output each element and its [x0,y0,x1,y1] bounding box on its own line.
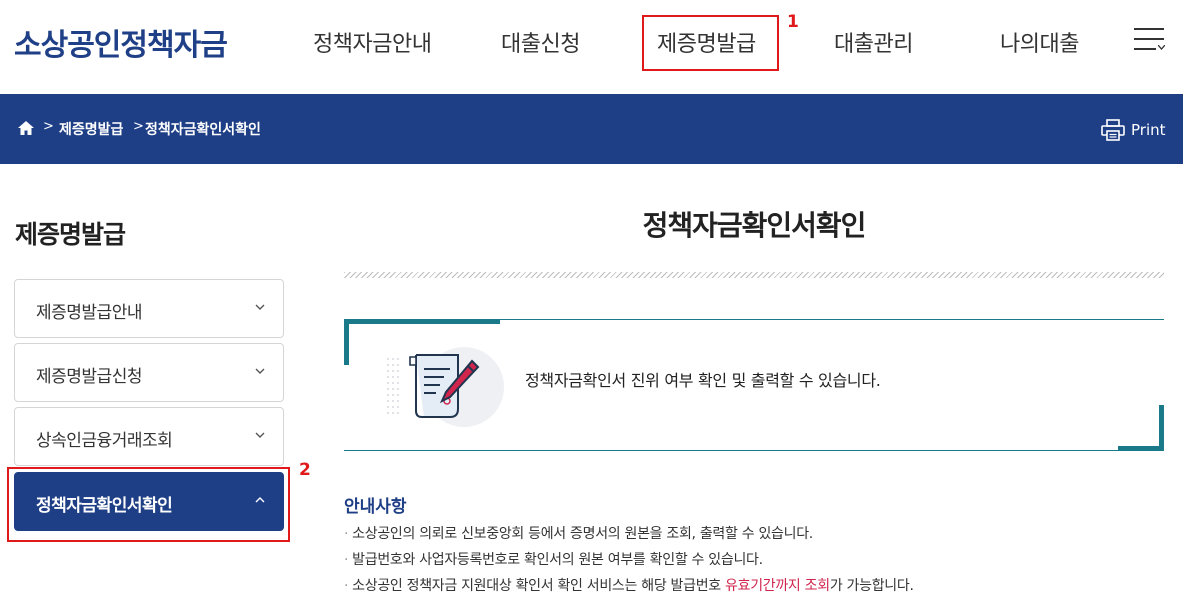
nav-loan-management[interactable]: 대출관리 [834,26,913,58]
highlight-box-sidebar [7,467,290,542]
notice-item: · 소상공인의 의뢰로 신보중앙회 등에서 증명서의 원본을 조회, 출력할 수 … [344,526,813,542]
sidebar-item-label: 제증명발급안내 [36,303,142,323]
info-box: 정책자금확인서 진위 여부 확인 및 출력할 수 있습니다. [344,319,1164,451]
annotation-marker-1: 1 [787,12,799,32]
highlight-box-nav [642,15,779,71]
chevron-down-icon [255,304,265,310]
divider [344,272,1164,278]
home-icon[interactable] [18,121,34,135]
annotation-marker-2: 2 [299,460,311,480]
notice-emphasis: 유효기간까지 조회 [725,578,830,594]
sidebar-item-label: 상속인금융거래조회 [36,431,173,451]
breadcrumb-item-certificate[interactable]: 제증명발급 [59,119,123,139]
location-bar: > 제증명발급 > 정책자금확인서확인 Print [0,94,1183,164]
nav-loan-application[interactable]: 대출신청 [501,26,580,58]
notice-title: 안내사항 [344,497,407,517]
document-pen-icon [387,347,504,427]
nav-my-loan[interactable]: 나의대출 [1000,26,1079,58]
page-title: 정책자금확인서확인 [642,209,867,242]
nav-policy-fund-info[interactable]: 정책자금안내 [313,26,432,58]
sidebar-item-label: 제증명발급신청 [36,367,142,387]
notice-item: · 소상공인 정책자금 지원대상 확인서 확인 서비스는 해당 발급번호 유효기간… [344,578,914,594]
site-header: 소상공인정책자금 정책자금안내 대출신청 제증명발급 대출관리 나의대출 [0,0,1183,94]
sidebar-item-heir-finance-inquiry[interactable]: 상속인금융거래조회 [14,407,284,466]
sidebar-item-certificate-apply[interactable]: 제증명발급신청 [14,343,284,402]
hamburger-menu-icon[interactable] [1134,28,1165,52]
notice-item: · 발급번호와 사업자등록번호로 확인서의 원본 여부를 확인할 수 있습니다. [344,552,763,568]
breadcrumb-item-current: 정책자금확인서확인 [145,122,261,138]
printer-icon [1101,119,1125,141]
breadcrumb-separator: > [43,119,54,134]
info-text: 정책자금확인서 진위 여부 확인 및 출력할 수 있습니다. [525,371,881,390]
print-label: Print [1131,121,1166,139]
sidebar-item-certificate-guide[interactable]: 제증명발급안내 [14,279,284,338]
chevron-down-icon [255,368,265,374]
chevron-down-icon [255,432,265,438]
sidebar-title: 제증명발급 [15,220,126,249]
breadcrumb-separator: > [133,119,144,134]
site-logo[interactable]: 소상공인정책자금 [14,20,228,64]
print-button[interactable]: Print [1101,119,1166,141]
